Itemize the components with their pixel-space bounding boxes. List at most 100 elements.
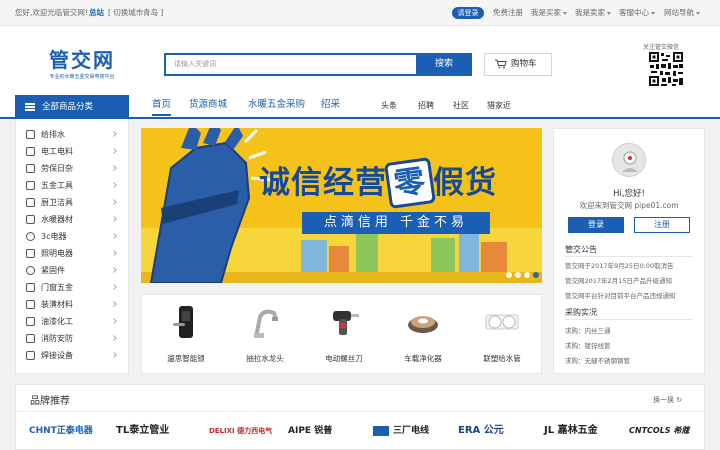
nav-headlines[interactable]: 头条 (381, 100, 397, 111)
product-card-smart-lock[interactable]: 遛思智能锁 (147, 295, 225, 373)
chevron-down-icon (607, 11, 611, 15)
sidebar-item-paint-chemical[interactable]: 油漆化工 (16, 313, 128, 330)
sidebar-item-label: 油漆化工 (41, 317, 73, 326)
cart-button[interactable]: 购物车 (484, 53, 552, 76)
product-card-car-purifier[interactable]: 车载净化器 (384, 295, 462, 373)
greeting: Hi,您好! (613, 189, 645, 199)
sidebar-item-label: 五金工具 (41, 181, 73, 190)
purchase-item[interactable]: 求购：无缝不锈钢钢管 (565, 355, 630, 365)
site-link[interactable]: 总站 (89, 8, 104, 18)
sidebar-item-lighting[interactable]: 照明电器 (16, 245, 128, 262)
sidebar-item-3c[interactable]: 3c电器 (16, 228, 128, 245)
carousel-dot[interactable] (506, 272, 512, 278)
cart-label: 购物车 (511, 59, 537, 69)
chevron-right-icon (111, 182, 117, 188)
sidebar-item-electrical[interactable]: 电工电料 (16, 143, 128, 160)
purchase-item[interactable]: 求购：内丝三通 (565, 325, 611, 335)
sidebar-item-fasteners[interactable]: 紧固件 (16, 262, 128, 279)
sanchang-logo-icon (373, 425, 389, 436)
faucet-icon (26, 215, 35, 224)
sidebar-item-label: 消防安防 (41, 334, 73, 343)
sidebar-item-fire-security[interactable]: 消防安防 (16, 330, 128, 347)
search-input[interactable]: 请输入关键词 (164, 53, 416, 76)
site-logo[interactable]: 管交网 专业的水暖五金交易电商平台 (40, 48, 124, 84)
faucet-icon (254, 309, 278, 338)
nav-jobs[interactable]: 招聘 (418, 100, 434, 111)
brand-logo-aipe[interactable]: AIPE 锐普 (288, 423, 332, 439)
login-button[interactable]: 请登录 (452, 7, 484, 19)
main-nav: 全部商品分类 首页 货源商城 水暖五金采购 招采 头条 招聘 社区 猎家近 (0, 92, 720, 119)
sidebar-item-label: 3c电器 (41, 232, 67, 241)
brand-logo-chnt[interactable]: CHNT正泰电器 (29, 423, 93, 439)
divider (565, 256, 693, 257)
sidebar-item-label: 给排水 (41, 130, 65, 139)
product-card-screwdriver[interactable]: 电动螺丝刀 (305, 295, 383, 373)
bathtub-icon (26, 198, 35, 207)
product-card-faucet[interactable]: 抽拉水龙头 (226, 295, 304, 373)
nav-tender[interactable]: 招采 (321, 99, 340, 111)
current-city: 青岛 ] (143, 8, 164, 17)
chevron-right-icon (111, 165, 117, 171)
greeting-text: 您好,欢迎光临管交网! (15, 8, 88, 17)
notice-item[interactable]: 管交网平台针对目前平台产品违规通知 (565, 290, 676, 300)
device-icon (26, 232, 35, 241)
chevron-right-icon (111, 352, 117, 358)
bolt-icon (26, 266, 35, 275)
sidebar-item-welding[interactable]: 焊接设备 (16, 347, 128, 364)
sidebar-item-label: 电工电料 (41, 147, 73, 156)
water-icon (26, 130, 35, 139)
nav-home[interactable]: 首页 (152, 99, 172, 116)
sidebar-item-door-window[interactable]: 门窗五金 (16, 279, 128, 296)
panel-register-button[interactable]: 注册 (634, 217, 690, 233)
register-link[interactable]: 免费注册 (493, 8, 523, 18)
carousel-dot-active[interactable] (533, 272, 539, 278)
nav-source-mall[interactable]: 货源商城 (189, 99, 227, 111)
sidebar-item-kitchen-bath[interactable]: 厨卫洁具 (16, 194, 128, 211)
seller-menu[interactable]: 我是卖家 (575, 8, 611, 18)
top-bar: 您好,欢迎光临管交网! 总站 [ 切换城市 青岛 ] 请登录 免费注册 我是买家… (0, 0, 720, 26)
sidebar-item-plumbing[interactable]: 水暖器材 (16, 211, 128, 228)
service-menu[interactable]: 客服中心 (619, 8, 655, 18)
site-nav-menu[interactable]: 网站导航 (664, 8, 700, 18)
carousel-dot[interactable] (515, 272, 521, 278)
purchase-item[interactable]: 求购：镀锌线管 (565, 340, 611, 350)
brand-logo-jialin[interactable]: JL 嘉林五金 (544, 423, 598, 439)
brand-logo-taili[interactable]: TL泰立管业 (116, 423, 169, 439)
brand-name: 三厂电线 (393, 426, 430, 436)
paint-roller-icon (26, 300, 35, 309)
switch-city-link[interactable]: [ 切换城市 (108, 8, 143, 18)
sidebar-item-label: 照明电器 (41, 249, 73, 258)
brand-recommendations: 品牌推荐 换一换 ↻ CHNT正泰电器 TL泰立管业 DELIXI 德力西电气 … (15, 384, 705, 450)
helmet-icon (26, 164, 35, 173)
nav-nearby[interactable]: 猎家近 (487, 100, 511, 111)
brand-logo-era[interactable]: ERA 公元 (458, 423, 504, 439)
shield-icon (26, 334, 35, 343)
brand-logo-sanchang[interactable]: 三厂电线 (373, 423, 429, 439)
sidebar-item-label: 门窗五金 (41, 283, 73, 292)
sidebar-item-hardware-tools[interactable]: 五金工具 (16, 177, 128, 194)
brand-logo-cntcols[interactable]: CNTCOLS 希蔻 (629, 423, 689, 439)
nav-community[interactable]: 社区 (453, 100, 469, 111)
refresh-brands-button[interactable]: 换一换 ↻ (653, 395, 682, 405)
welcome-text: 欢迎来到管交网 pipe01.com (579, 201, 679, 210)
notice-item[interactable]: 管交网于2017年9月25日0:00取消告 (565, 260, 674, 270)
product-card-water-pipe[interactable]: 联塑给水管 (463, 295, 541, 373)
sidebar-item-decoration[interactable]: 装潢材料 (16, 296, 128, 313)
panel-login-button[interactable]: 登录 (568, 217, 624, 233)
brand-logo-delixi[interactable]: DELIXI 德力西电气 (209, 423, 272, 439)
nav-plumbing-purchase[interactable]: 水暖五金采购 (248, 99, 305, 111)
promo-banner[interactable]: 诚信经营零假货 点滴信用 千金不易 (141, 128, 542, 283)
chevron-down-icon (696, 11, 700, 15)
notice-item[interactable]: 管交网2017年2月15日产品升级通知 (565, 275, 672, 285)
search-button[interactable]: 搜索 (416, 53, 472, 76)
chevron-right-icon (111, 301, 117, 307)
paint-bucket-icon (26, 317, 35, 326)
purchase-title: 采购实况 (565, 308, 597, 317)
all-categories-button[interactable]: 全部商品分类 (15, 95, 129, 119)
carousel-dot[interactable] (524, 272, 530, 278)
buyer-menu[interactable]: 我是买家 (531, 8, 567, 18)
brand-section-title: 品牌推荐 (30, 396, 70, 407)
sidebar-item-labor-protection[interactable]: 劳保日杂 (16, 160, 128, 177)
notice-title: 管交公告 (565, 245, 597, 254)
sidebar-item-drainage[interactable]: 给排水 (16, 126, 128, 143)
